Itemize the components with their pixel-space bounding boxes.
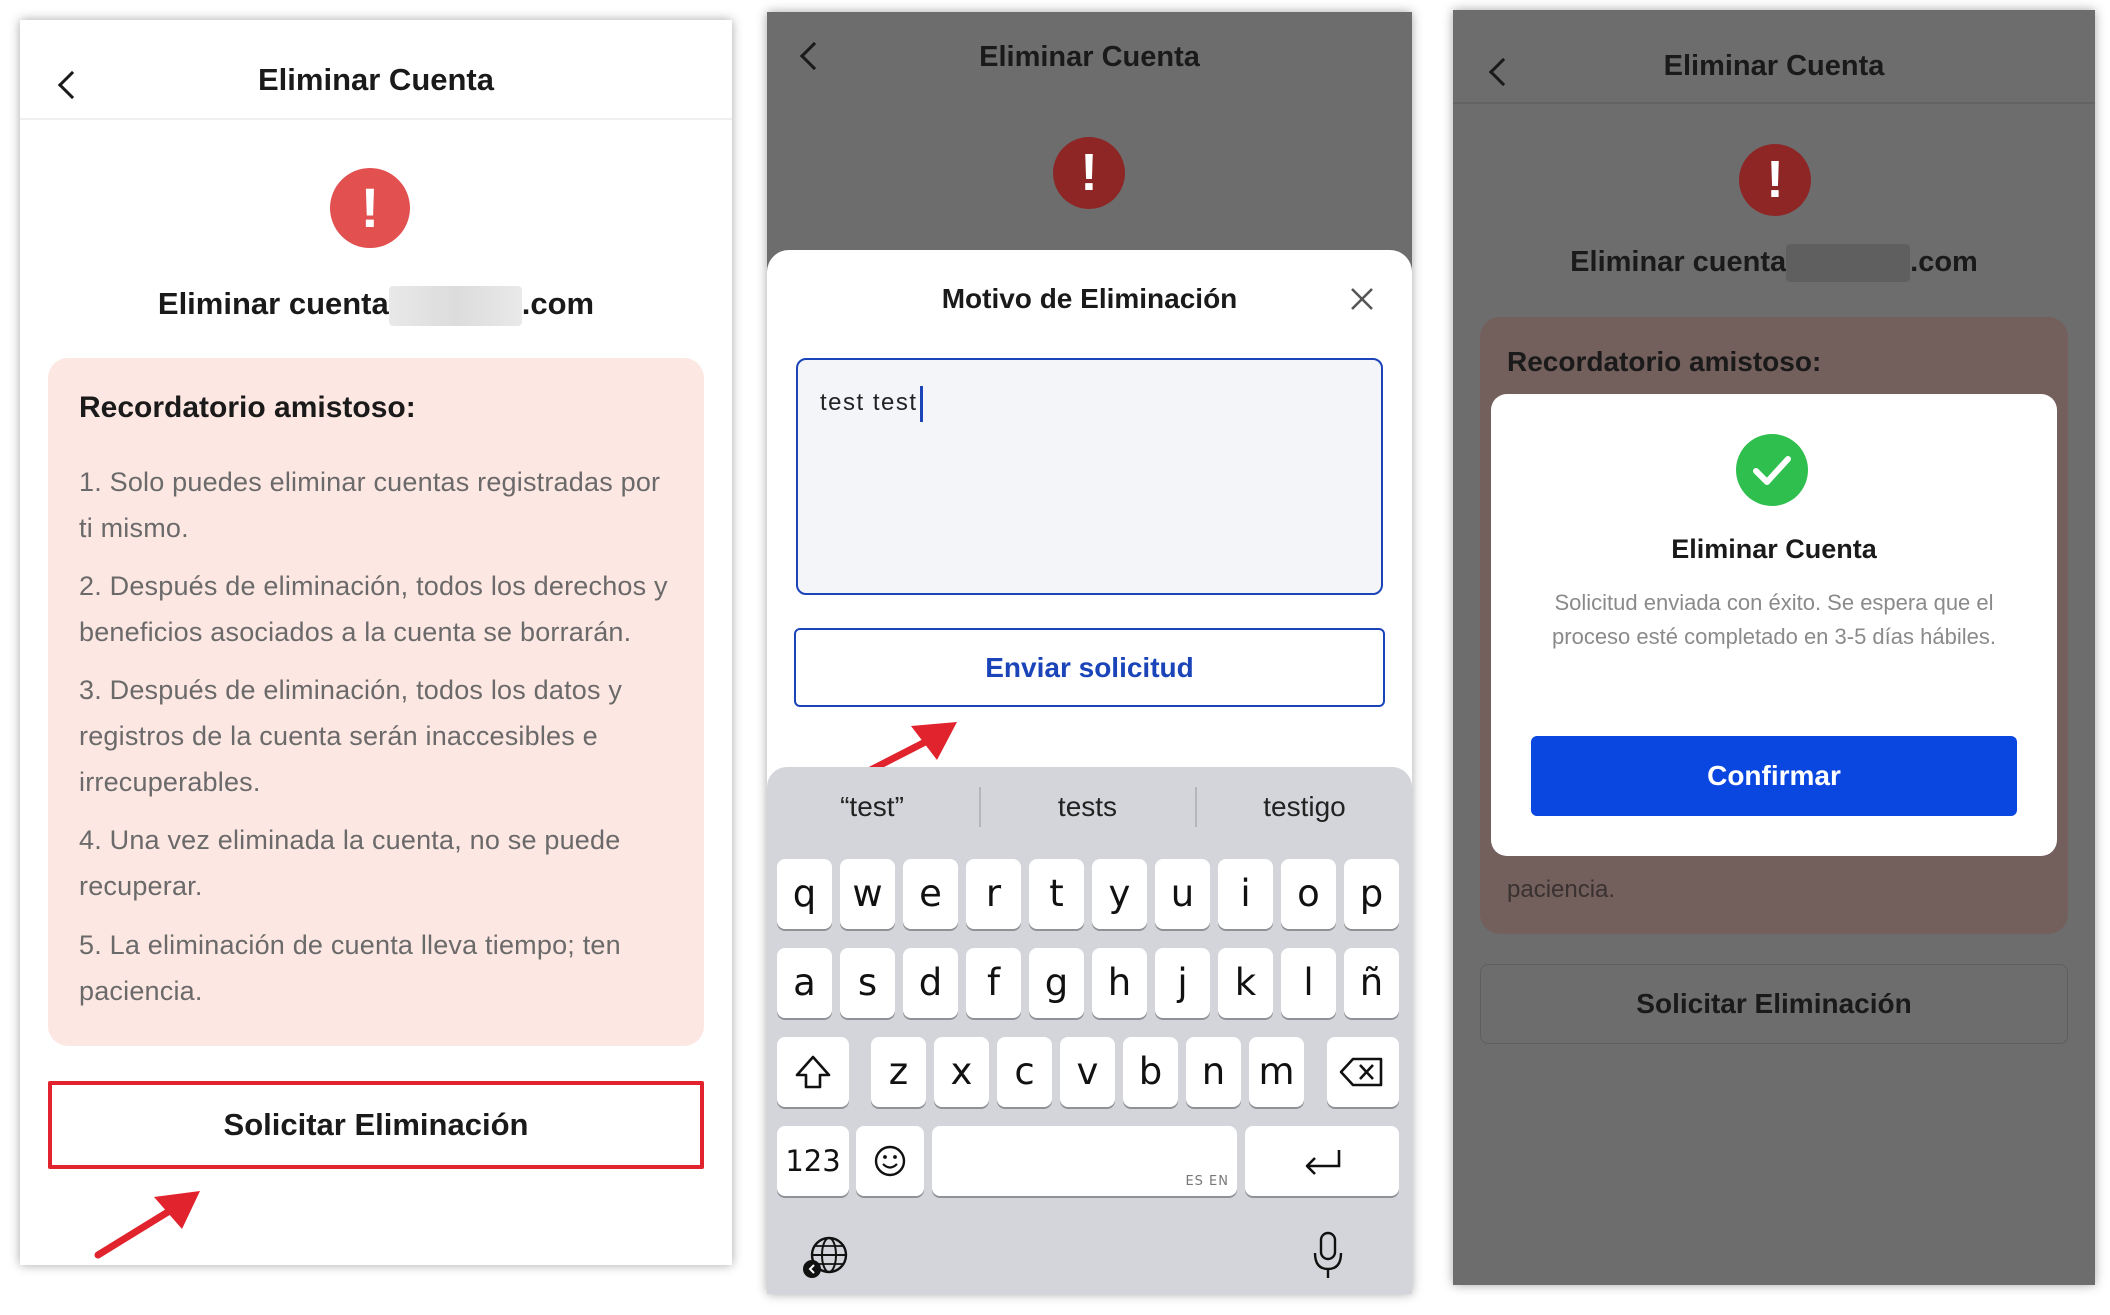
text-cursor [920,386,923,422]
checkmark-icon [1753,456,1791,485]
nav-divider [20,118,732,120]
key-g[interactable]: g [1029,948,1084,1018]
key-h[interactable]: h [1092,948,1147,1018]
microphone-icon[interactable] [1310,1229,1346,1283]
key-n-tilde[interactable]: ñ [1344,948,1399,1018]
backspace-key[interactable] [1327,1037,1399,1107]
nav-divider [1453,102,2095,104]
space-language-label: ES EN [1185,1174,1229,1189]
shift-key[interactable] [777,1037,849,1107]
suggestion-item[interactable]: tests [981,767,1194,847]
sheet-title: Motivo de Eliminación [941,283,1238,314]
emoji-smiley-icon [874,1145,906,1177]
reminder-item: 1. Solo puedes eliminar cuentas registra… [79,467,661,543]
key-w[interactable]: w [840,859,895,929]
confirm-button[interactable]: Confirmar [1531,736,2017,816]
key-o[interactable]: o [1281,859,1336,929]
account-line: Eliminar cuenta .com [1453,242,2095,283]
red-arrow-annotation [94,1191,200,1259]
reminder-item: 3. Después de eliminación, todos los dat… [79,675,623,797]
shift-arrow-icon [795,1055,831,1089]
reason-textarea[interactable]: test test [796,358,1383,595]
return-icon [1305,1150,1341,1175]
account-line: Eliminar cuenta .com [20,282,732,326]
key-j[interactable]: j [1155,948,1210,1018]
key-q[interactable]: q [777,859,832,929]
emoji-key[interactable] [856,1126,924,1196]
key-y[interactable]: y [1092,859,1147,929]
alert-icon: ! [330,168,410,248]
success-check-icon [1736,434,1808,506]
request-deletion-button[interactable]: Solicitar Eliminación [48,1081,704,1169]
space-key[interactable]: ES EN [932,1126,1237,1196]
return-key[interactable] [1245,1126,1399,1196]
backspace-icon [1339,1057,1383,1087]
reminder-card: Recordatorio amistoso: 1. Solo puedes el… [48,358,704,1046]
key-m[interactable]: m [1249,1037,1304,1107]
key-b[interactable]: b [1123,1037,1178,1107]
reminder-text-tail: paciencia. [1507,876,1616,903]
alert-icon: ! [1739,144,1811,216]
key-u[interactable]: u [1155,859,1210,929]
screen-deletion-reason: Eliminar Cuenta ! Motivo de Eliminación … [767,12,1412,1294]
reminder-item: 2. Después de eliminación, todos los der… [79,571,668,647]
reason-text: test test [820,389,918,416]
key-e[interactable]: e [903,859,958,929]
suggestion-item[interactable]: “test” [767,767,977,847]
key-z[interactable]: z [871,1037,926,1107]
key-v[interactable]: v [1060,1037,1115,1107]
reminder-item: 5. La eliminación de cuenta lleva tiempo… [79,930,621,1006]
submit-request-button[interactable]: Enviar solicitud [794,628,1385,707]
account-suffix: .com [521,286,595,321]
account-prefix: Eliminar cuenta [1570,246,1787,278]
key-t[interactable]: t [1029,859,1084,929]
screen-request-success: Eliminar Cuenta ! Eliminar cuenta .com Re… [1453,10,2095,1285]
suggestion-item[interactable]: testigo [1197,767,1412,847]
dialog-message: Solicitud enviada con éxito. Se espera q… [1552,590,1996,649]
key-i[interactable]: i [1218,859,1273,929]
reminder-item: 4. Una vez eliminada la cuenta, no se pu… [79,825,621,901]
close-icon[interactable] [1349,286,1375,312]
key-k[interactable]: k [1218,948,1273,1018]
page-title: Eliminar Cuenta [258,62,494,97]
success-dialog: Eliminar Cuenta Solicitud enviada con éx… [1491,394,2057,856]
key-p[interactable]: p [1344,859,1399,929]
reminder-title: Recordatorio amistoso: [79,391,416,424]
key-a[interactable]: a [777,948,832,1018]
key-c[interactable]: c [997,1037,1052,1107]
redacted-email [1786,244,1911,283]
key-r[interactable]: r [966,859,1021,929]
reminder-title: Recordatorio amistoso: [1507,346,1822,377]
account-suffix: .com [1910,246,1978,278]
dialog-title: Eliminar Cuenta [1671,534,1877,564]
key-x[interactable]: x [934,1037,989,1107]
alert-icon: ! [1053,137,1125,209]
screen-delete-account: Eliminar Cuenta ! Eliminar cuenta .com Re… [20,20,732,1265]
on-screen-keyboard: “test” tests testigo q w e r t y u i o p… [767,767,1412,1294]
globe-icon[interactable] [801,1231,851,1281]
key-f[interactable]: f [966,948,1021,1018]
page-title: Eliminar Cuenta [979,41,1200,73]
numbers-key[interactable]: 123 [777,1126,849,1196]
key-d[interactable]: d [903,948,958,1018]
redacted-email [388,285,522,326]
key-l[interactable]: l [1281,948,1336,1018]
key-s[interactable]: s [840,948,895,1018]
account-prefix: Eliminar cuenta [157,286,389,321]
page-title: Eliminar Cuenta [1663,50,1885,82]
request-deletion-button[interactable]: Solicitar Eliminación [1480,964,2068,1044]
key-n[interactable]: n [1186,1037,1241,1107]
